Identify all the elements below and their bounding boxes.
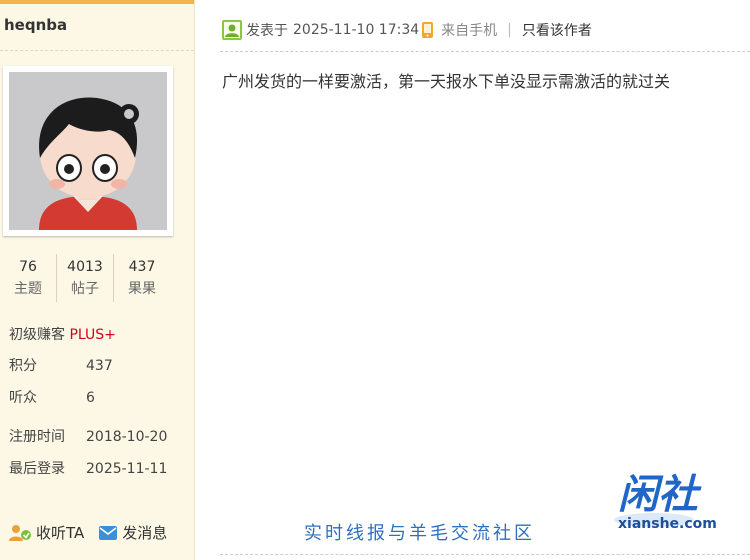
divider bbox=[220, 51, 750, 52]
info-key: 听众 bbox=[9, 390, 37, 406]
info-row-last-login: 最后登录 2025-11-11 bbox=[9, 458, 167, 478]
author-sidebar: heqnba 76 主题 4013 帖子 437 果果 初级赚客 PLUS+ 积… bbox=[0, 0, 195, 560]
stat-points[interactable]: 437 果果 bbox=[113, 254, 170, 302]
online-user-icon bbox=[222, 20, 242, 40]
stat-value: 76 bbox=[19, 259, 37, 275]
stat-topics[interactable]: 76 主题 bbox=[0, 254, 56, 302]
follow-icon bbox=[9, 524, 31, 541]
stat-value: 4013 bbox=[67, 259, 103, 275]
send-message-button[interactable]: 发消息 bbox=[98, 522, 167, 543]
post-source: 来自手机 bbox=[441, 23, 498, 39]
stat-label: 帖子 bbox=[71, 281, 99, 297]
info-key: 积分 bbox=[9, 358, 37, 374]
watermark-slogan: 实时线报与羊毛交流社区 bbox=[304, 523, 535, 544]
user-stats: 76 主题 4013 帖子 437 果果 bbox=[0, 254, 170, 302]
plus-badge: PLUS+ bbox=[69, 327, 116, 343]
info-row-followers: 听众 6 bbox=[9, 387, 95, 407]
avatar[interactable] bbox=[3, 66, 173, 236]
level-name[interactable]: 初级赚客 bbox=[9, 327, 65, 343]
user-actions: 收听TA 发消息 bbox=[8, 522, 181, 543]
mobile-phone-icon bbox=[422, 22, 434, 38]
info-value: 437 bbox=[86, 358, 113, 374]
follow-label: 收听TA bbox=[36, 524, 85, 542]
post-meta: 发表于 2025-11-10 17:34 来自手机 | 只看该作者 bbox=[222, 18, 592, 42]
user-level: 初级赚客 PLUS+ bbox=[9, 324, 116, 344]
logo-domain: xianshe.com bbox=[618, 516, 717, 532]
follow-button[interactable]: 收听TA bbox=[8, 522, 84, 543]
post-timestamp: 2025-11-10 17:34 bbox=[293, 22, 420, 38]
author-username[interactable]: heqnba bbox=[4, 16, 67, 34]
info-value: 2025-11-11 bbox=[86, 461, 168, 477]
meta-separator: | bbox=[507, 22, 512, 38]
logo-text: 闲社 bbox=[618, 472, 702, 518]
stat-value: 437 bbox=[128, 259, 156, 275]
stat-label: 主题 bbox=[14, 281, 42, 297]
stat-label: 果果 bbox=[128, 281, 156, 297]
divider bbox=[220, 554, 750, 555]
info-key: 注册时间 bbox=[9, 429, 65, 445]
message-label: 发消息 bbox=[122, 524, 168, 542]
xianshe-logo: 闲社 xianshe.com bbox=[614, 472, 717, 532]
info-row-credits: 积分 437 bbox=[9, 355, 113, 375]
info-row-registered: 注册时间 2018-10-20 bbox=[9, 426, 167, 446]
post-body: 广州发货的一样要激活，第一天报水下单没显示需激活的就过关 bbox=[222, 72, 671, 91]
avatar-image bbox=[9, 72, 167, 230]
only-author-link[interactable]: 只看该作者 bbox=[522, 20, 592, 40]
post-content-area: 发表于 2025-11-10 17:34 来自手机 | 只看该作者 广州发货的一… bbox=[196, 0, 750, 560]
envelope-icon bbox=[99, 525, 118, 540]
info-value: 6 bbox=[86, 390, 95, 406]
posted-prefix: 发表于 bbox=[246, 23, 288, 39]
stat-posts[interactable]: 4013 帖子 bbox=[56, 254, 113, 302]
info-value: 2018-10-20 bbox=[86, 429, 168, 445]
sidebar-accent-bar bbox=[0, 0, 194, 4]
divider bbox=[0, 50, 194, 51]
info-key: 最后登录 bbox=[9, 461, 65, 477]
